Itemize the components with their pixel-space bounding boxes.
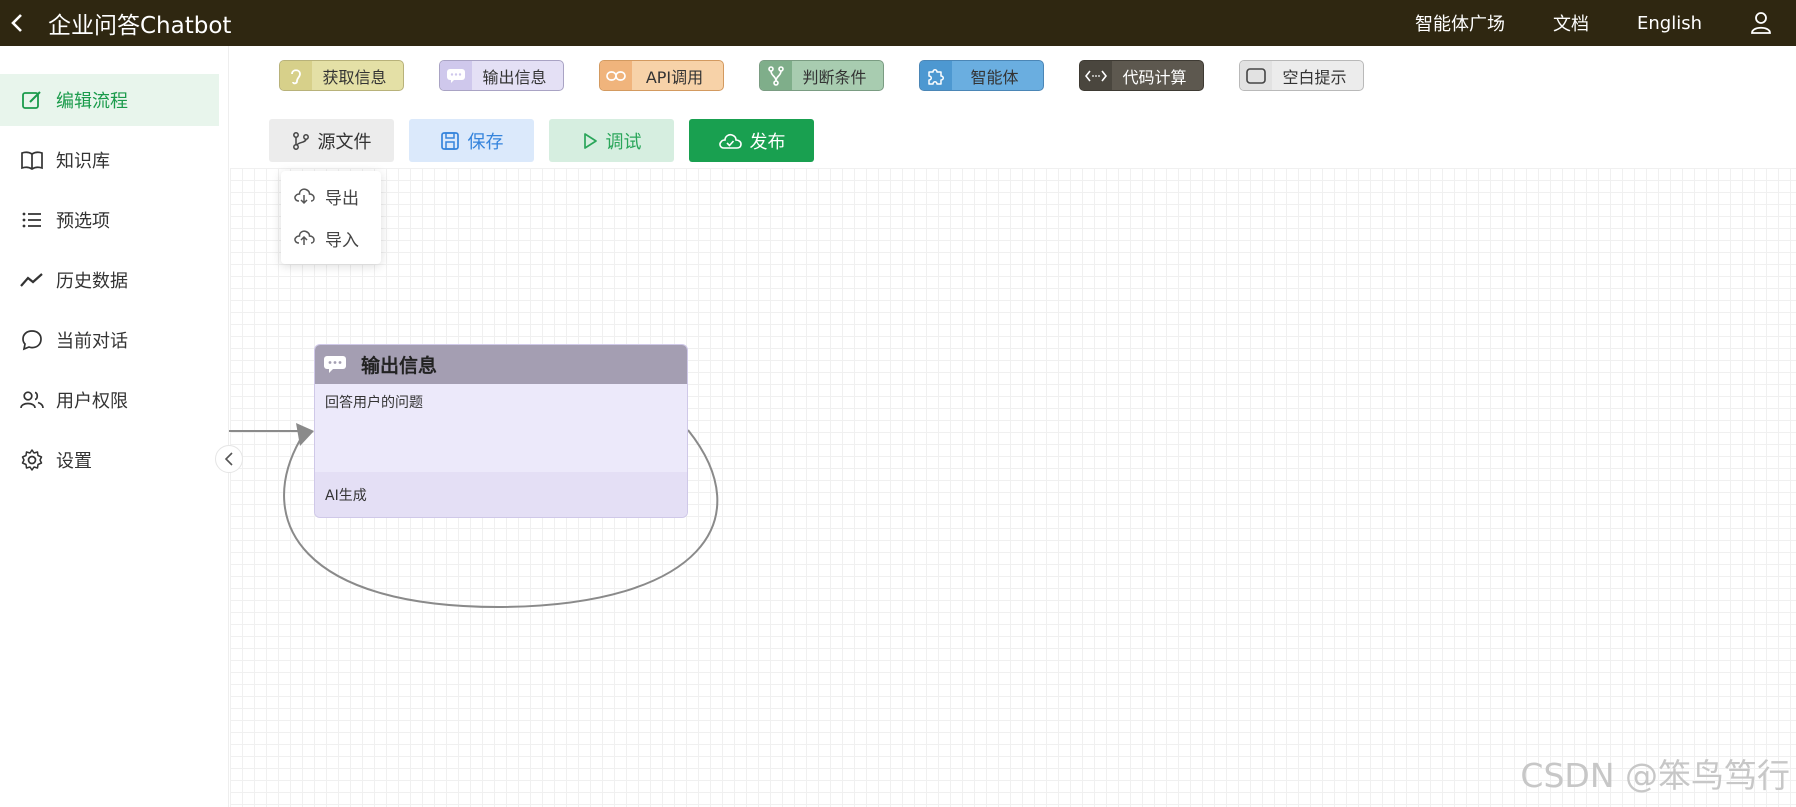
message-icon [323,355,347,375]
book-icon [20,148,44,172]
sidebar-item-edit-flow[interactable]: 编辑流程 [0,74,219,126]
cloud-check-icon [718,132,742,150]
palette-agent[interactable]: 智能体 [919,60,1044,91]
node-description: 回答用户的问题 [325,395,423,411]
import-label: 导入 [325,230,359,251]
output-info-node[interactable]: 输出信息 回答用户的问题 AI生成 [314,344,688,518]
palette-get-info[interactable]: 获取信息 [279,60,404,91]
node-footer: AI生成 [315,472,687,517]
users-icon [20,388,44,412]
link-icon [600,61,632,90]
sidebar-item-label: 预选项 [56,211,110,232]
sidebar-item-label: 编辑流程 [56,91,128,112]
docs-link[interactable]: 文档 [1553,10,1589,36]
sidebar-item-label: 用户权限 [56,391,128,412]
save-button[interactable]: 保存 [409,119,534,162]
floppy-icon [440,131,460,151]
palette-output-info[interactable]: 输出信息 [439,60,564,91]
source-file-dropdown: 导出 导入 [281,171,381,264]
git-branch-icon [292,131,310,151]
gear-icon [20,448,44,472]
language-link[interactable]: English [1637,13,1702,34]
sidebar-item-label: 知识库 [56,151,110,172]
palette-blank-tip[interactable]: 空白提示 [1239,60,1364,91]
user-icon[interactable] [1750,11,1772,35]
sidebar-item-history[interactable]: 历史数据 [0,254,219,306]
code-icon [1080,61,1112,90]
import-menu-item[interactable]: 导入 [293,224,359,252]
export-label: 导出 [325,188,359,209]
branch-icon [760,61,792,90]
sidebar-item-presets[interactable]: 预选项 [0,194,219,246]
watermark: CSDN @笨鸟笃行 [1520,756,1790,795]
source-file-button[interactable]: 源文件 [269,119,394,162]
cloud-upload-icon [293,229,315,247]
debug-label: 调试 [605,131,642,153]
list-icon [20,208,44,232]
chevron-left-icon [224,452,233,466]
message-icon [440,61,472,90]
app-title: 企业问答Chatbot [48,13,232,39]
top-bar: 企业问答Chatbot 智能体广场 文档 English [0,0,1796,46]
ear-icon [280,61,312,90]
export-menu-item[interactable]: 导出 [293,182,359,210]
save-label: 保存 [467,131,504,153]
sidebar-item-label: 设置 [56,451,92,472]
sidebar-item-label: 历史数据 [56,271,128,292]
edit-icon [20,88,44,112]
palette-label: 代码计算 [1122,67,1187,87]
agent-plaza-link[interactable]: 智能体广场 [1415,10,1505,36]
palette-label: 判断条件 [802,67,867,87]
palette-label: 获取信息 [322,67,387,87]
play-icon [582,132,598,150]
palette-code-compute[interactable]: 代码计算 [1079,60,1204,91]
palette-label: API调用 [645,67,704,87]
puzzle-icon [920,61,952,90]
publish-label: 发布 [749,131,786,153]
sidebar-item-settings[interactable]: 设置 [0,434,219,486]
back-button[interactable] [0,0,34,46]
trend-icon [20,268,44,292]
source-file-label: 源文件 [317,131,372,153]
sidebar-item-conversation[interactable]: 当前对话 [0,314,219,366]
palette-label: 输出信息 [482,67,547,87]
sidebar-item-knowledge[interactable]: 知识库 [0,134,219,186]
palette-api-call[interactable]: API调用 [599,60,724,91]
sidebar-item-permissions[interactable]: 用户权限 [0,374,219,426]
palette-label: 智能体 [970,67,1019,87]
sidebar-collapse-button[interactable] [215,445,243,473]
sidebar: 编辑流程 知识库 预选项 历史数据 当前对话 用户权限 设置 [0,46,229,807]
palette-label: 空白提示 [1282,67,1347,87]
node-header: 输出信息 [315,345,687,384]
chevron-left-icon [11,14,22,32]
sidebar-item-label: 当前对话 [56,331,128,352]
square-icon [1240,61,1272,90]
debug-button[interactable]: 调试 [549,119,674,162]
node-title: 输出信息 [361,355,438,377]
palette-condition[interactable]: 判断条件 [759,60,884,91]
cloud-download-icon [293,187,315,205]
publish-button[interactable]: 发布 [689,119,814,162]
chat-icon [20,328,44,352]
